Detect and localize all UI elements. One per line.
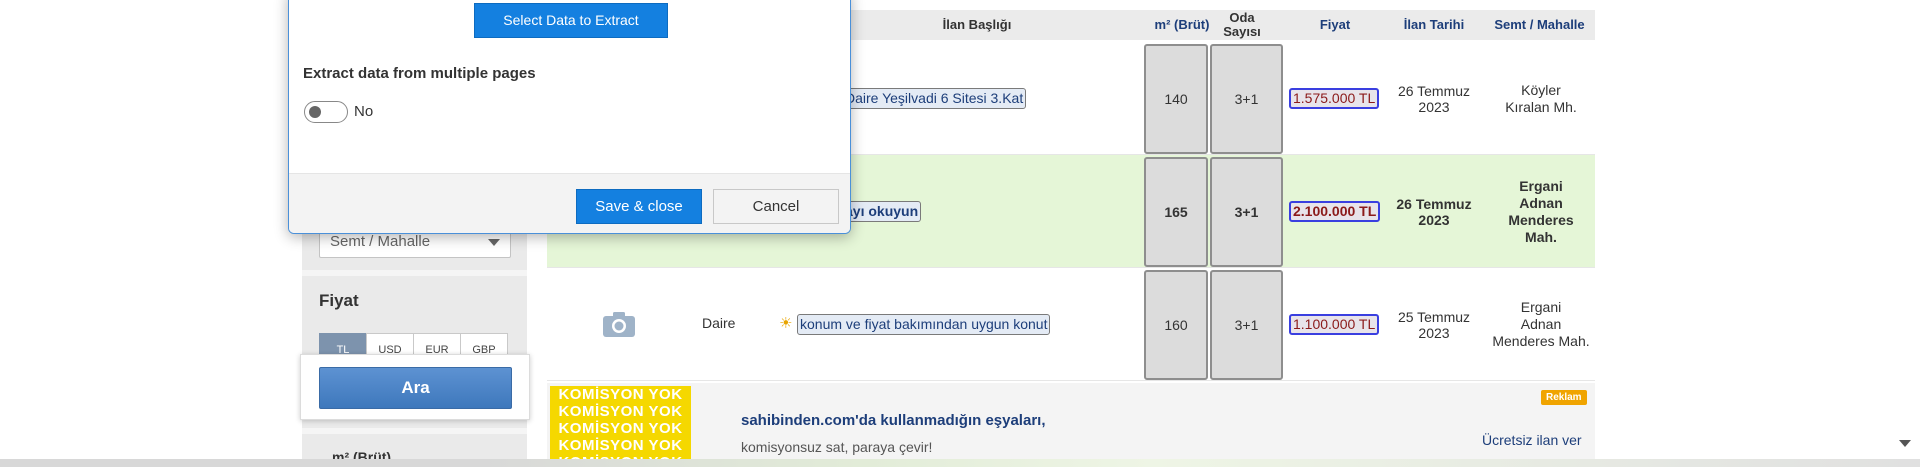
banner-text-line: KOMİSYON YOK: [558, 437, 683, 454]
location-line: Ergani: [1519, 177, 1563, 194]
rooms-cell: 3+1: [1210, 44, 1283, 154]
m2-cell: 165: [1144, 157, 1208, 267]
semt-select-value: Semt / Mahalle: [330, 233, 431, 250]
location-cell: Köyler Kıralan Mh.: [1487, 42, 1595, 155]
header-date[interactable]: İlan Tarihi: [1384, 10, 1484, 40]
header-m2[interactable]: m² (Brüt): [1143, 10, 1221, 40]
search-button[interactable]: Ara: [319, 367, 512, 409]
multi-pages-label: Extract data from multiple pages: [303, 65, 536, 82]
chevron-down-icon: [488, 239, 500, 246]
listing-title-link[interactable]: ayı okuyun: [842, 201, 922, 222]
sidebar-divider: [302, 428, 527, 434]
table-row[interactable]: Daire ☀ konum ve fiyat bakımından uygun …: [547, 268, 1595, 381]
date-cell: 26 Temmuz 2023: [1384, 42, 1484, 155]
toggle-knob: [309, 106, 321, 118]
location-cell: Ergani Adnan Menderes Mah.: [1487, 155, 1595, 268]
extract-data-dialog: Select Data to Extract Extract data from…: [288, 0, 851, 234]
page: Semt / Mahalle Fiyat TL USD EUR GBP m² (…: [0, 0, 1920, 467]
date-line2: 2023: [1418, 324, 1450, 341]
free-listing-link[interactable]: Ücretsiz ilan ver: [1482, 432, 1582, 448]
header-price[interactable]: Fiyat: [1285, 10, 1385, 40]
sidebar-divider: [302, 270, 527, 276]
m2-cell: 140: [1144, 44, 1208, 154]
price-cell: 1.575.000 TL: [1289, 88, 1380, 109]
location-line: Ergani: [1520, 299, 1562, 315]
location-cell: Ergani Adnan Menderes Mah.: [1487, 268, 1595, 381]
location-line: Menderes: [1508, 211, 1574, 228]
rooms-cell: 3+1: [1210, 157, 1283, 267]
location-line: Adnan: [1520, 316, 1562, 332]
header-rooms-line1: Oda: [1229, 10, 1255, 25]
m2-cell: 160: [1144, 270, 1208, 380]
date-cell: 26 Temmuz 2023: [1384, 155, 1484, 268]
rooms-cell: 3+1: [1210, 270, 1283, 380]
date-line1: 26 Temmuz: [1397, 82, 1471, 99]
price-cell: 1.100.000 TL: [1289, 314, 1380, 335]
dialog-footer: Save & close Cancel: [289, 173, 850, 233]
komisyon-yok-banner: KOMİSYON YOK KOMİSYON YOK KOMİSYON YOK K…: [550, 386, 691, 467]
date-line1: 26 Temmuz: [1396, 195, 1472, 212]
ad-badge: Reklam: [1541, 390, 1587, 405]
cancel-button[interactable]: Cancel: [713, 189, 839, 224]
date-line2: 2023: [1418, 98, 1450, 115]
date-line1: 25 Temmuz: [1397, 308, 1471, 325]
location-line: Menderes Mah.: [1492, 333, 1590, 349]
save-close-button[interactable]: Save & close: [576, 189, 702, 224]
date-cell: 25 Temmuz 2023: [1384, 268, 1484, 381]
bottom-strip: [0, 459, 1920, 467]
multi-pages-toggle-label: No: [354, 103, 374, 120]
price-filter-title: Fiyat: [319, 291, 359, 310]
location-line: Mah.: [1525, 228, 1557, 245]
banner-text-line: KOMİSYON YOK: [558, 420, 683, 437]
ad-title[interactable]: sahibinden.com'da kullanmadığın eşyaları…: [741, 412, 1046, 429]
search-button-container: Ara: [300, 354, 530, 420]
featured-sun-icon: ☀: [779, 315, 793, 332]
property-type: Daire: [702, 315, 736, 331]
multi-pages-toggle[interactable]: [304, 101, 348, 123]
location-line: Kıralan Mh.: [1505, 98, 1577, 115]
date-line2: 2023: [1418, 211, 1450, 228]
header-location[interactable]: Semt / Mahalle: [1484, 10, 1595, 40]
scroll-down-arrow-icon[interactable]: [1899, 440, 1911, 447]
location-line: Köyler: [1521, 81, 1561, 98]
ad-banner[interactable]: KOMİSYON YOK KOMİSYON YOK KOMİSYON YOK K…: [547, 383, 1595, 467]
ad-subtitle: komisyonsuz sat, paraya çevir!: [741, 439, 933, 455]
price-cell: 2.100.000 TL: [1289, 201, 1381, 222]
header-rooms-line2: Sayısı: [1223, 24, 1261, 39]
banner-text-line: KOMİSYON YOK: [558, 386, 683, 403]
banner-text-line: KOMİSYON YOK: [558, 403, 683, 420]
header-rooms[interactable]: Oda Sayısı: [1211, 10, 1273, 40]
listing-title-link[interactable]: konum ve fiyat bakımından uygun konut: [797, 314, 1051, 335]
camera-icon: [603, 312, 635, 337]
listing-title-link[interactable]: Daire Yeşilvadi 6 Sitesi 3.Kat: [842, 88, 1027, 109]
location-line: Adnan: [1519, 194, 1563, 211]
select-data-button[interactable]: Select Data to Extract: [474, 3, 668, 38]
